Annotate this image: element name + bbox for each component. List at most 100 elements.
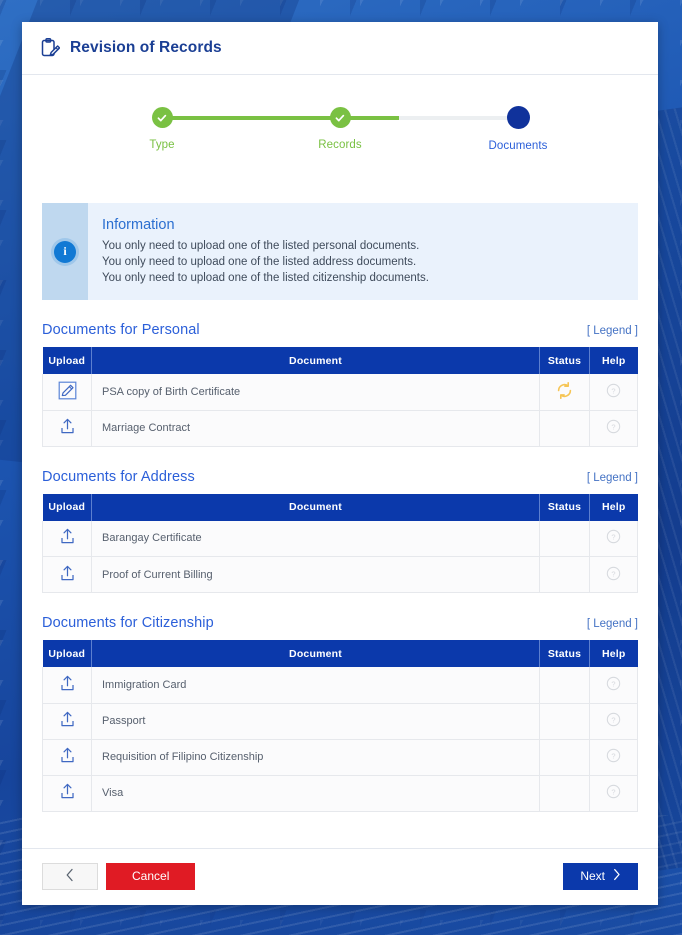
- help-circle-icon[interactable]: ?: [606, 529, 621, 544]
- column-header-upload: Upload: [42, 493, 92, 521]
- document-name: Barangay Certificate: [91, 520, 540, 557]
- document-name: Marriage Contract: [91, 410, 540, 447]
- upload-cell[interactable]: [42, 775, 92, 812]
- help-circle-icon[interactable]: ?: [606, 419, 621, 434]
- help-circle-icon[interactable]: ?: [606, 383, 621, 398]
- help-circle-icon[interactable]: ?: [606, 566, 621, 581]
- next-button[interactable]: Next: [563, 862, 638, 890]
- document-name: Requisition of Filipino Citizenship: [91, 739, 540, 776]
- upload-cell[interactable]: [42, 374, 92, 411]
- document-name: PSA copy of Birth Certificate: [91, 374, 540, 411]
- column-header-document: Document: [91, 347, 540, 374]
- documents-table-address: Upload Document Status Help Barangay Cer…: [42, 493, 638, 593]
- section-header-personal: Documents for Personal [ Legend ]: [42, 322, 638, 347]
- table-row: PSA copy of Birth Certificate ?: [42, 374, 638, 411]
- help-cell[interactable]: ?: [589, 374, 638, 411]
- card-footer: Cancel Next: [22, 847, 658, 905]
- step-label-type: Type: [149, 139, 175, 151]
- column-header-help: Help: [589, 493, 638, 521]
- upload-icon[interactable]: [58, 564, 77, 583]
- help-cell[interactable]: ?: [589, 703, 638, 740]
- back-button[interactable]: [42, 862, 98, 890]
- chevron-right-icon: [612, 868, 621, 884]
- svg-text:?: ?: [611, 423, 615, 432]
- upload-icon[interactable]: [58, 710, 77, 729]
- legend-link-citizenship[interactable]: [ Legend ]: [587, 618, 638, 630]
- svg-text:?: ?: [611, 788, 615, 797]
- information-line-1: You only need to upload one of the liste…: [102, 240, 420, 252]
- svg-text:?: ?: [611, 569, 615, 578]
- status-cell: [539, 374, 590, 411]
- column-header-document: Document: [91, 640, 540, 667]
- documents-table-personal: Upload Document Status Help PSA copy of …: [42, 347, 638, 447]
- svg-text:?: ?: [611, 533, 615, 542]
- dot-icon: [506, 106, 530, 129]
- legend-link-personal[interactable]: [ Legend ]: [587, 325, 638, 337]
- sync-pending-icon: [555, 381, 574, 400]
- column-header-upload: Upload: [42, 640, 92, 667]
- help-cell[interactable]: ?: [589, 775, 638, 812]
- section-address: Documents for Address [ Legend ] Upload …: [42, 469, 638, 593]
- upload-cell[interactable]: [42, 410, 92, 447]
- svg-text:?: ?: [611, 679, 615, 688]
- help-cell[interactable]: ?: [589, 739, 638, 776]
- upload-icon[interactable]: [58, 674, 77, 693]
- step-label-records: Records: [318, 139, 362, 151]
- upload-cell[interactable]: [42, 556, 92, 593]
- next-button-label: Next: [580, 869, 605, 883]
- cancel-button[interactable]: Cancel: [106, 862, 196, 890]
- upload-icon[interactable]: [58, 746, 77, 765]
- progress-stepper: Type Records Documents: [42, 95, 638, 170]
- card-body: Type Records Documents i Information You…: [22, 95, 658, 812]
- edit-pencil-icon[interactable]: [58, 381, 77, 400]
- table-row: Barangay Certificate ?: [42, 520, 638, 557]
- help-circle-icon[interactable]: ?: [606, 784, 621, 799]
- table-row: Visa ?: [42, 775, 638, 812]
- upload-icon[interactable]: [58, 782, 77, 801]
- help-cell[interactable]: ?: [589, 520, 638, 557]
- column-header-status: Status: [539, 493, 590, 521]
- status-cell: [539, 775, 590, 812]
- help-cell[interactable]: ?: [589, 556, 638, 593]
- svg-text:?: ?: [611, 716, 615, 725]
- chevron-left-icon: [65, 868, 75, 885]
- legend-link-address[interactable]: [ Legend ]: [587, 472, 638, 484]
- svg-text:?: ?: [611, 386, 615, 395]
- information-panel: i Information You only need to upload on…: [42, 203, 638, 300]
- information-text: Information You only need to upload one …: [88, 203, 445, 300]
- help-cell[interactable]: ?: [589, 410, 638, 447]
- section-title-personal: Documents for Personal: [42, 322, 200, 338]
- svg-text:?: ?: [611, 752, 615, 761]
- upload-cell[interactable]: [42, 703, 92, 740]
- information-line-3: You only need to upload one of the liste…: [102, 272, 429, 284]
- table-row: Passport ?: [42, 703, 638, 740]
- section-personal: Documents for Personal [ Legend ] Upload…: [42, 322, 638, 447]
- upload-icon[interactable]: [58, 417, 77, 436]
- status-cell: [539, 410, 590, 447]
- column-header-help: Help: [589, 347, 638, 374]
- step-records[interactable]: Records: [280, 95, 400, 152]
- help-circle-icon[interactable]: ?: [606, 676, 621, 691]
- step-type[interactable]: Type: [102, 95, 222, 152]
- table-row: Marriage Contract ?: [42, 410, 638, 447]
- help-circle-icon[interactable]: ?: [606, 712, 621, 727]
- step-documents[interactable]: Documents: [458, 95, 578, 152]
- information-line-2: You only need to upload one of the liste…: [102, 256, 417, 268]
- column-header-upload: Upload: [42, 347, 92, 374]
- upload-cell[interactable]: [42, 739, 92, 776]
- information-title: Information: [102, 217, 175, 233]
- upload-cell[interactable]: [42, 667, 92, 704]
- upload-cell[interactable]: [42, 520, 92, 557]
- table-header-row: Upload Document Status Help: [42, 640, 638, 667]
- status-cell: [539, 739, 590, 776]
- information-icon-column: i: [42, 203, 88, 300]
- upload-icon[interactable]: [58, 527, 77, 546]
- column-header-help: Help: [589, 640, 638, 667]
- status-cell: [539, 703, 590, 740]
- table-row: Proof of Current Billing ?: [42, 556, 638, 593]
- table-header-row: Upload Document Status Help: [42, 347, 638, 374]
- help-cell[interactable]: ?: [589, 667, 638, 704]
- help-circle-icon[interactable]: ?: [606, 748, 621, 763]
- section-header-address: Documents for Address [ Legend ]: [42, 469, 638, 494]
- section-title-citizenship: Documents for Citizenship: [42, 615, 214, 631]
